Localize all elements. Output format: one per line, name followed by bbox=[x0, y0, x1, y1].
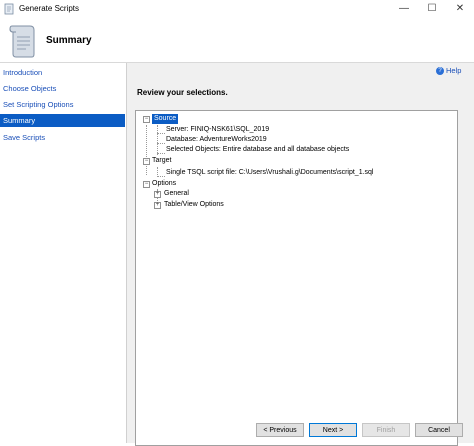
tree-line bbox=[157, 176, 165, 177]
tree-node-table-view-options[interactable]: Table/View Options bbox=[164, 200, 224, 210]
finish-button[interactable]: Finish bbox=[362, 423, 410, 437]
tree-line bbox=[157, 125, 158, 155]
wizard-header: Summary bbox=[0, 18, 474, 63]
window-title: Generate Scripts bbox=[19, 4, 80, 13]
sidebar-item-save-scripts[interactable]: Save Scripts bbox=[0, 131, 125, 144]
help-label: Help bbox=[446, 66, 462, 75]
tree-node-target[interactable]: Target bbox=[152, 156, 171, 166]
title-bar: Generate Scripts — ☐ ✕ bbox=[0, 0, 474, 18]
summary-tree[interactable]: − Source Server: FINIQ-NSK61\SQL_2019 Da… bbox=[135, 110, 458, 446]
sidebar-item-set-scripting-options[interactable]: Set Scripting Options bbox=[0, 98, 125, 111]
maximize-button[interactable]: ☐ bbox=[418, 0, 446, 18]
tree-line bbox=[157, 133, 165, 134]
tree-node-selected-objects[interactable]: Selected Objects: Entire database and al… bbox=[166, 145, 349, 155]
scroll-app-icon bbox=[4, 3, 14, 15]
collapse-source-toggle[interactable]: − bbox=[143, 116, 150, 123]
page-title: Summary bbox=[46, 35, 92, 46]
sidebar-item-introduction[interactable]: Introduction bbox=[0, 66, 125, 79]
wizard-sidebar: Introduction Choose Objects Set Scriptin… bbox=[0, 63, 127, 443]
sidebar-item-summary[interactable]: Summary bbox=[0, 114, 125, 127]
tree-line bbox=[157, 153, 165, 154]
sidebar-item-choose-objects[interactable]: Choose Objects bbox=[0, 82, 125, 95]
help-icon: ? bbox=[436, 67, 444, 76]
expand-table-view-toggle[interactable]: + bbox=[154, 202, 161, 209]
next-button[interactable]: Next > bbox=[309, 423, 357, 437]
tree-node-options[interactable]: Options bbox=[152, 179, 176, 189]
tree-node-script-file[interactable]: Single TSQL script file: C:\Users\Vrusha… bbox=[166, 168, 373, 178]
tree-node-general[interactable]: General bbox=[164, 189, 189, 199]
tree-line bbox=[157, 143, 165, 144]
help-link[interactable]: ? Help bbox=[436, 66, 462, 76]
tree-node-source[interactable]: Source bbox=[152, 114, 179, 124]
tree-line bbox=[146, 125, 147, 175]
review-label: Review your selections. bbox=[137, 88, 228, 97]
cancel-button[interactable]: Cancel bbox=[415, 423, 463, 437]
tree-node-server[interactable]: Server: FINIQ-NSK61\SQL_2019 bbox=[166, 125, 269, 135]
tree-node-database[interactable]: Database: AdventureWorks2019 bbox=[166, 135, 267, 145]
scroll-icon bbox=[9, 25, 35, 58]
main-panel: ? Help Review your selections. − Source S… bbox=[127, 63, 474, 446]
close-button[interactable]: ✕ bbox=[446, 0, 474, 18]
minimize-button[interactable]: — bbox=[390, 0, 418, 18]
collapse-target-toggle[interactable]: − bbox=[143, 158, 150, 165]
expand-general-toggle[interactable]: + bbox=[154, 191, 161, 198]
previous-button[interactable]: < Previous bbox=[256, 423, 304, 437]
collapse-options-toggle[interactable]: − bbox=[143, 181, 150, 188]
